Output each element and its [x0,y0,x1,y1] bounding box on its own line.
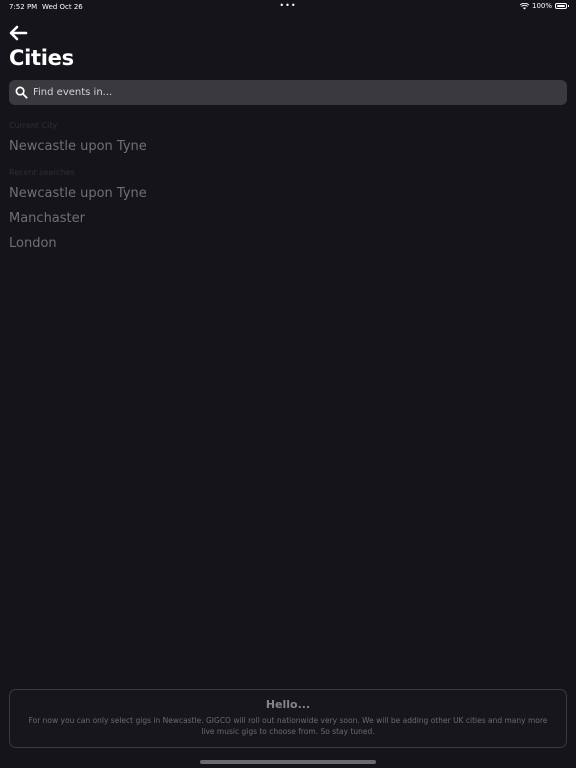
search-bar[interactable] [9,80,567,105]
page-title: Cities [9,46,74,70]
current-city-label: Current City [9,121,58,130]
recent-search-item[interactable]: London [9,236,57,251]
current-city-item[interactable]: Newcastle upon Tyne [9,139,147,154]
battery-icon [555,3,569,9]
wifi-icon [519,2,529,9]
search-input[interactable] [33,80,553,105]
multitasking-dots[interactable]: ••• [279,1,296,10]
info-card-body: For now you can only select gigs in Newc… [28,716,548,736]
recent-search-item[interactable]: Manchaster [9,211,85,226]
status-bar: 7:52 PM Wed Oct 26 ••• 100% [0,0,576,16]
recent-search-item[interactable]: Newcastle upon Tyne [9,186,147,201]
info-card-title: Hello... [265,698,311,711]
status-date: Wed Oct 26 [42,3,83,11]
info-card: Hello... For now you can only select gig… [9,689,567,748]
status-time: 7:52 PM [9,3,38,11]
status-indicators: 100% [519,2,569,10]
recent-searches-label: Recent searches [9,168,75,177]
search-icon [15,86,28,99]
arrow-left-icon [9,25,28,41]
back-button[interactable] [8,25,30,43]
home-indicator[interactable] [200,760,376,764]
battery-percent: 100% [531,2,552,10]
